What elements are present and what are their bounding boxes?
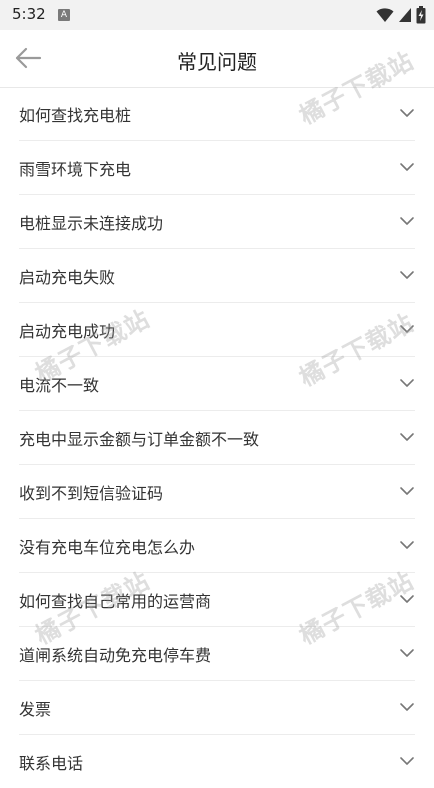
faq-item[interactable]: 如何查找自己常用的运营商 (19, 573, 415, 627)
faq-item-label: 如何查找充电桩 (19, 106, 132, 125)
faq-item-label: 发票 (19, 700, 52, 719)
faq-item-label: 启动充电成功 (19, 322, 116, 341)
faq-item[interactable]: 发票 (19, 681, 415, 735)
page-title: 常见问题 (177, 50, 257, 74)
faq-item-label: 充电中显示金额与订单金额不一致 (19, 430, 260, 449)
app-notification-icon: A (58, 9, 70, 21)
faq-item-label: 没有充电车位充电怎么办 (19, 538, 196, 557)
status-icons (376, 6, 426, 24)
faq-item[interactable]: 电流不一致 (19, 357, 415, 411)
faq-item-label: 启动充电失败 (19, 268, 116, 287)
faq-item-label: 电流不一致 (19, 376, 100, 395)
faq-item[interactable]: 雨雪环境下充电 (19, 141, 415, 195)
faq-item[interactable]: 充电中显示金额与订单金额不一致 (19, 411, 415, 465)
cellular-signal-icon (399, 8, 411, 22)
chevron-down-icon (400, 379, 414, 387)
faq-item-label: 如何查找自己常用的运营商 (19, 592, 212, 611)
faq-item[interactable]: 启动充电成功 (19, 303, 415, 357)
chevron-down-icon (400, 649, 414, 657)
battery-charging-icon (416, 6, 426, 24)
faq-item-label: 电桩显示未连接成功 (19, 214, 164, 233)
status-time: 5:32 (12, 5, 46, 23)
chevron-down-icon (400, 595, 414, 603)
faq-item[interactable]: 电桩显示未连接成功 (19, 195, 415, 249)
faq-item-label: 雨雪环境下充电 (19, 160, 132, 179)
chevron-down-icon (400, 487, 414, 495)
chevron-down-icon (400, 703, 414, 711)
faq-item[interactable]: 没有充电车位充电怎么办 (19, 519, 415, 573)
chevron-down-icon (400, 433, 414, 441)
chevron-down-icon (400, 217, 414, 225)
status-bar: 5:32 A (0, 0, 434, 30)
faq-item[interactable]: 联系电话 (19, 735, 415, 788)
chevron-down-icon (400, 109, 414, 117)
faq-item[interactable]: 启动充电失败 (19, 249, 415, 303)
faq-item[interactable]: 收到不到短信验证码 (19, 465, 415, 519)
faq-item[interactable]: 如何查找充电桩 (19, 87, 415, 141)
chevron-down-icon (400, 163, 414, 171)
faq-item[interactable]: 道闸系统自动免充电停车费 (19, 627, 415, 681)
faq-item-label: 道闸系统自动免充电停车费 (19, 646, 212, 665)
faq-item-label: 联系电话 (19, 754, 84, 773)
chevron-down-icon (400, 271, 414, 279)
nav-bar: 常见问题 (0, 30, 434, 88)
chevron-down-icon (400, 325, 414, 333)
wifi-icon (376, 8, 394, 22)
faq-list: 如何查找充电桩 雨雪环境下充电 电桩显示未连接成功 启动充电失败 启动充电成功 … (0, 87, 434, 788)
faq-item-label: 收到不到短信验证码 (19, 484, 164, 503)
chevron-down-icon (400, 541, 414, 549)
chevron-down-icon (400, 757, 414, 765)
